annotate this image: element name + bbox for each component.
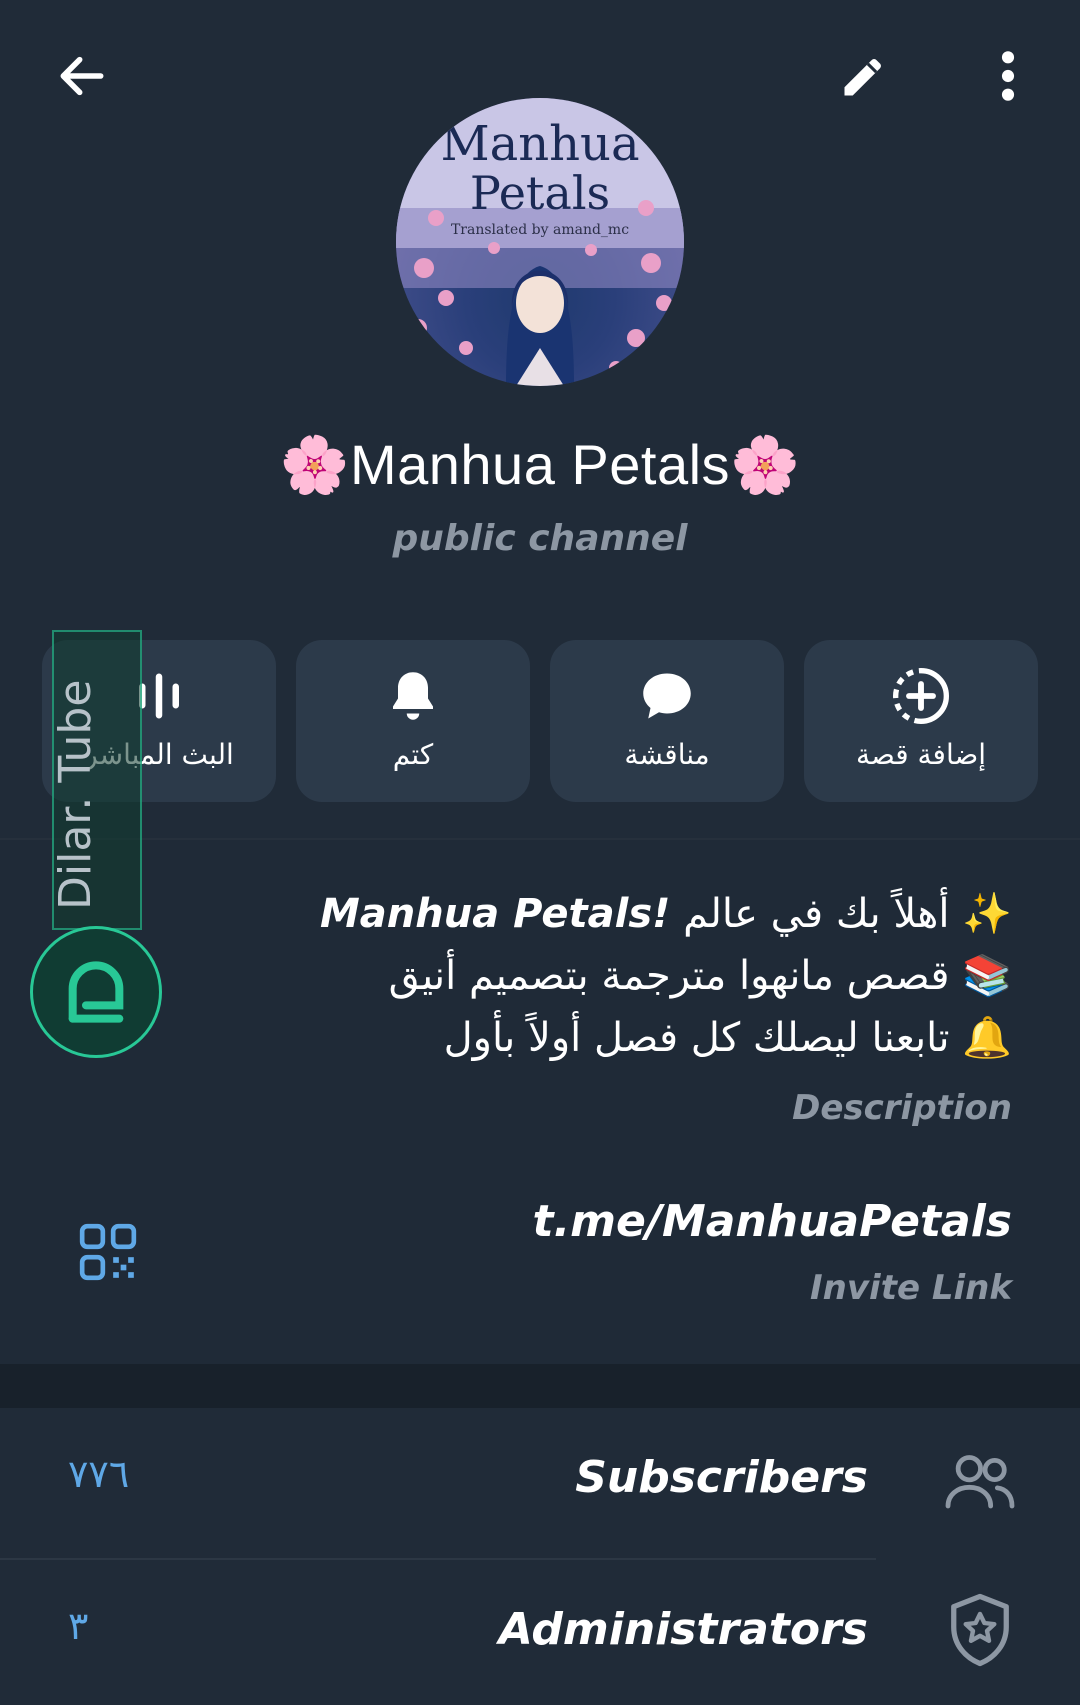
description-line-1-text: ✨ أهلاً بك في عالم	[670, 891, 1012, 937]
add-story-icon	[893, 668, 949, 724]
section-gap	[0, 1364, 1080, 1408]
channel-avatar[interactable]: Manhua Petals Translated by amand_mc	[396, 98, 684, 386]
description-channel-name: Manhua Petals!	[319, 891, 671, 937]
bell-icon	[393, 672, 433, 720]
channel-type: public channel	[392, 518, 688, 559]
administrators-icon-wrap	[940, 1590, 1020, 1670]
invite-link-caption: Invite Link	[810, 1268, 1012, 1308]
add-story-button[interactable]: إضافة قصة	[804, 640, 1038, 802]
chat-bubble-icon	[643, 673, 691, 719]
mute-button[interactable]: كتم	[296, 640, 530, 802]
discussion-button[interactable]: مناقشة	[550, 640, 784, 802]
qr-code-button[interactable]	[66, 1210, 150, 1294]
more-vertical-icon	[1001, 51, 1015, 101]
avatar-title-line2: Petals	[469, 166, 611, 220]
pencil-icon	[844, 59, 881, 96]
administrators-label: Administrators	[498, 1604, 868, 1655]
invite-link[interactable]: t.me/ManhuaPetals	[532, 1196, 1012, 1247]
action-buttons: البث المباشر كتم مناقشة إضافة قصة	[42, 640, 1038, 802]
subscribers-label: Subscribers	[575, 1452, 868, 1503]
description-line-1[interactable]: ✨ أهلاً بك في عالم Manhua Petals!	[320, 890, 1012, 937]
edit-button[interactable]	[814, 26, 914, 126]
arrow-left-icon	[60, 56, 104, 96]
subscribers-row[interactable]: ٧٧٦ Subscribers	[0, 1408, 1080, 1558]
watermark: Dilar. Tube	[30, 630, 170, 1060]
watermark-text: Dilar. Tube	[50, 679, 101, 910]
channel-title: 🌸Manhua Petals🌸	[279, 433, 801, 496]
avatar-title-line1: Manhua	[440, 116, 640, 172]
back-button[interactable]	[32, 26, 132, 126]
people-icon	[945, 1455, 1015, 1509]
subscribers-count: ٧٧٦	[68, 1452, 130, 1496]
mute-label: كتم	[392, 738, 434, 771]
administrators-row[interactable]: ٣ Administrators	[0, 1560, 1080, 1705]
shield-star-icon	[951, 1593, 1009, 1667]
qr-code-icon	[79, 1223, 137, 1281]
avatar-credit: Translated by amand_mc	[450, 222, 630, 238]
description-line-3[interactable]: 🔔 تابعنا ليصلك كل فصل أولاً بأول	[444, 1014, 1012, 1061]
description-caption: Description	[792, 1088, 1012, 1128]
watermark-logo-icon	[30, 926, 162, 1058]
description-line-2[interactable]: 📚 قصص مانهوا مترجمة بتصميم أنيق	[389, 952, 1012, 999]
discussion-label: مناقشة	[624, 738, 710, 771]
watermark-mark-icon	[68, 961, 124, 1023]
administrators-count: ٣	[68, 1604, 89, 1648]
subscribers-icon-wrap	[940, 1442, 1020, 1522]
more-options-button[interactable]	[958, 26, 1058, 126]
add-story-label: إضافة قصة	[855, 738, 987, 771]
